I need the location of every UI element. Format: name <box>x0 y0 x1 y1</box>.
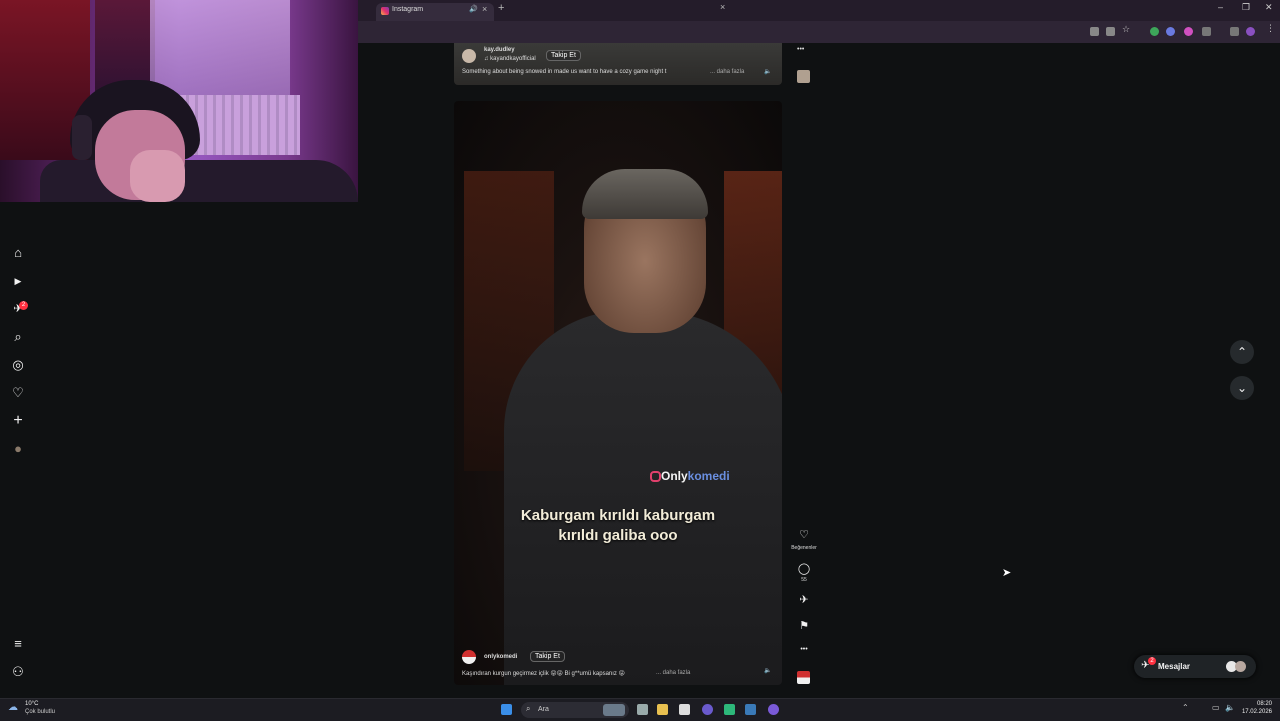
audio-name: kayandkayofficial <box>490 56 536 62</box>
search-icon: ⌕ <box>526 704 531 713</box>
previous-reel-button[interactable]: ⌃ <box>1230 340 1254 364</box>
heart-icon[interactable]: ♡ <box>10 385 26 401</box>
likes-label[interactable]: Beğenenler <box>788 545 820 551</box>
close-prev-tab-icon[interactable]: × <box>720 2 725 12</box>
more-menu-icon[interactable]: ≡ <box>10 636 26 652</box>
tab-close-icon[interactable]: × <box>482 4 487 14</box>
audio-thumbnail[interactable] <box>797 671 810 684</box>
browser-icon[interactable] <box>702 704 713 715</box>
webcam-overlay <box>0 0 358 202</box>
windows-taskbar: ☁ 10°C Çok bulutlu ⌕ Ara ⌃ ▭ 🔈 08:20 17.… <box>0 698 1280 721</box>
search-icon[interactable]: ⌕ <box>10 329 26 345</box>
avatar[interactable] <box>462 49 476 63</box>
volume-icon[interactable]: 🔈 <box>1225 703 1235 712</box>
instagram-icon <box>381 7 389 15</box>
windows-start-icon[interactable] <box>501 704 512 715</box>
more-link[interactable]: ... daha fazla <box>710 69 744 75</box>
weather-desc[interactable]: Çok bulutlu <box>25 709 55 715</box>
audio-thumbnail[interactable] <box>797 70 810 83</box>
reel-video[interactable]: Onlykomedi Kaburgam kırıldı kaburgam kır… <box>454 101 782 685</box>
save-icon[interactable]: ⚑ <box>796 619 812 632</box>
subtitle-line: kırıldı galiba ooo <box>558 527 678 544</box>
meta-icon[interactable]: ⚇ <box>10 664 26 680</box>
messages-badge: 2 <box>19 301 28 310</box>
network-icon[interactable]: ▭ <box>1212 703 1220 712</box>
extensions-puzzle-icon[interactable] <box>1202 27 1211 36</box>
instagram-icon <box>650 471 661 482</box>
home-icon[interactable]: ⌂ <box>10 245 26 261</box>
follow-button[interactable]: Takip Et <box>530 651 565 662</box>
create-icon[interactable]: + <box>10 413 26 429</box>
previous-reel[interactable]: kay.dudley ♫ kayandkayofficial Takip Et … <box>454 43 782 85</box>
person-hair <box>582 169 708 219</box>
reel-username[interactable]: onlykomedi <box>484 654 517 660</box>
task-view-icon[interactable] <box>637 704 648 715</box>
watermark-suffix: komedi <box>687 469 730 483</box>
person-hand <box>130 150 185 202</box>
taskbar-search[interactable]: ⌕ Ara <box>521 702 629 718</box>
bookmark-star-icon[interactable]: ☆ <box>1122 24 1131 34</box>
messages-pill[interactable]: ✈ 2 Mesajlar <box>1134 655 1256 678</box>
profile-avatar[interactable] <box>1246 27 1255 36</box>
maximize-button[interactable]: ❐ <box>1242 2 1250 13</box>
weather-icon[interactable]: ☁ <box>8 702 18 713</box>
mouse-cursor-icon: ➤ <box>1002 567 1012 579</box>
minimize-button[interactable]: – <box>1218 2 1223 12</box>
tab-instagram[interactable]: Instagram 🔊 × <box>376 3 494 21</box>
comment-icon[interactable]: ◯ <box>796 562 812 575</box>
next-reel-button[interactable]: ⌄ <box>1230 376 1254 400</box>
file-explorer-icon[interactable] <box>657 704 668 715</box>
browser-tab-bar: × Instagram 🔊 × + – ❐ ✕ <box>358 0 1280 21</box>
menu-icon[interactable]: ⋮ <box>1266 23 1275 33</box>
browser-toolbar: ☆ ⋮ <box>358 21 1280 43</box>
app-icon[interactable] <box>724 704 735 715</box>
weather-temp[interactable]: 10°C <box>25 701 38 707</box>
watermark: Onlykomedi <box>650 469 730 483</box>
store-icon[interactable] <box>679 704 690 715</box>
clock-date[interactable]: 17.02.2026 <box>1240 709 1272 715</box>
mute-icon[interactable]: 🔈 <box>764 667 771 674</box>
person-body <box>504 311 782 685</box>
tray-overflow-icon[interactable]: ⌃ <box>1182 703 1189 712</box>
avatar <box>1235 661 1246 672</box>
steam-icon[interactable] <box>745 704 756 715</box>
watermark-prefix: Only <box>661 469 688 483</box>
media-icon[interactable] <box>1230 27 1239 36</box>
reel-caption: Something about being snowed in made us … <box>462 69 667 75</box>
search-placeholder: Ara <box>538 706 549 713</box>
clock-time[interactable]: 08:20 <box>1244 701 1272 707</box>
reel-caption: Kaşındıran kurgun geçirmez içlik 😝😝 Bi g… <box>462 671 625 677</box>
comment-count: 55 <box>801 577 807 583</box>
options-icon[interactable]: ••• <box>797 46 804 53</box>
tab-title: Instagram <box>392 6 424 13</box>
discord-icon[interactable] <box>768 704 779 715</box>
messages-label: Mesajlar <box>1158 662 1191 671</box>
reel-audio[interactable]: ♫ kayandkayofficial <box>484 56 536 62</box>
extension-icon[interactable] <box>1150 27 1159 36</box>
profile-avatar-icon[interactable]: ● <box>10 441 26 457</box>
hide-icon[interactable] <box>1106 27 1115 36</box>
headset <box>72 115 92 160</box>
subtitle-line: Kaburgam kırıldı kaburgam <box>520 507 716 524</box>
extension-icon[interactable] <box>1166 27 1175 36</box>
reel-username[interactable]: kay.dudley <box>484 47 515 53</box>
close-window-button[interactable]: ✕ <box>1265 2 1273 13</box>
avatar[interactable] <box>462 650 476 664</box>
messages-badge: 2 <box>1148 657 1156 665</box>
video-subtitle: Kaburgam kırıldı kaburgam kırıldı galiba… <box>494 506 742 546</box>
follow-button[interactable]: Takip Et <box>546 50 581 61</box>
cast-icon[interactable] <box>1090 27 1099 36</box>
reels-icon[interactable]: ▶ <box>10 273 26 289</box>
extension-icon[interactable] <box>1184 27 1193 36</box>
more-link[interactable]: ... daha fazla <box>656 670 690 676</box>
explore-icon[interactable]: ◎ <box>10 357 26 373</box>
options-icon[interactable]: ••• <box>796 646 812 653</box>
new-tab-button[interactable]: + <box>498 2 504 14</box>
like-icon[interactable]: ♡ <box>796 528 812 541</box>
search-highlight-icon <box>603 704 625 716</box>
person-shirt <box>40 160 358 202</box>
speaker-icon[interactable]: 🔊 <box>469 5 478 13</box>
mute-icon[interactable]: 🔈 <box>764 68 771 75</box>
share-icon[interactable]: ✈ <box>796 593 812 606</box>
